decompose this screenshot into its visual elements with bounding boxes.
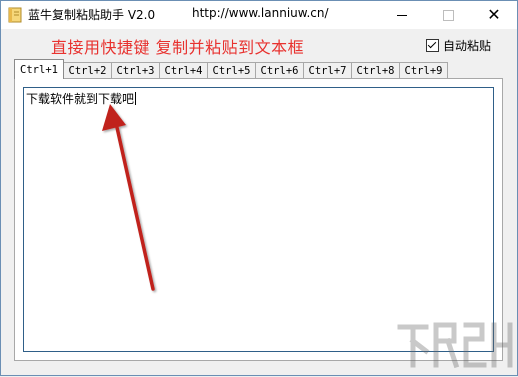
close-button[interactable]: ✕ — [471, 1, 517, 29]
autopaste-label: 自动粘贴 — [443, 39, 492, 53]
maximize-button[interactable] — [425, 1, 471, 29]
site-logo-watermark — [397, 322, 513, 369]
headline-text: 直接用快捷键 复制并粘贴到文本框 — [51, 38, 305, 57]
title-bar[interactable]: 蓝牛复制粘贴助手 V2.0 http://www.lanniuw.cn/ ✕ — [1, 1, 517, 29]
minimize-icon — [397, 14, 407, 16]
tab-ctrl-3[interactable]: Ctrl+3 — [111, 62, 160, 79]
tab-strip: Ctrl+1 Ctrl+2 Ctrl+3 Ctrl+4 Ctrl+5 Ctrl+… — [14, 59, 448, 79]
app-window: 蓝牛复制粘贴助手 V2.0 http://www.lanniuw.cn/ ✕ 直… — [0, 0, 518, 376]
autopaste-checkbox[interactable]: 自动粘贴 — [426, 37, 491, 54]
tab-ctrl-4[interactable]: Ctrl+4 — [159, 62, 208, 79]
maximize-icon — [442, 9, 454, 21]
tab-ctrl-1[interactable]: Ctrl+1 — [14, 59, 64, 79]
paste-textarea[interactable]: 下载软件就到下载吧 — [23, 87, 494, 352]
title-url: http://www.lanniuw.cn/ — [192, 6, 329, 20]
tab-ctrl-2[interactable]: Ctrl+2 — [63, 62, 112, 79]
notebook-icon — [8, 7, 22, 23]
tab-ctrl-9[interactable]: Ctrl+9 — [399, 62, 448, 79]
checkbox-checked-icon[interactable] — [426, 39, 439, 52]
tab-ctrl-6[interactable]: Ctrl+6 — [255, 62, 304, 79]
tab-ctrl-5[interactable]: Ctrl+5 — [207, 62, 256, 79]
close-icon: ✕ — [487, 5, 501, 24]
textarea-text: 下载软件就到下载吧 — [26, 92, 135, 106]
tab-ctrl-8[interactable]: Ctrl+8 — [351, 62, 400, 79]
minimize-button[interactable] — [379, 1, 425, 29]
text-caret — [135, 92, 137, 105]
window-title: 蓝牛复制粘贴助手 V2.0 — [28, 8, 156, 22]
textarea-content: 下载软件就到下载吧 — [26, 90, 137, 107]
tab-ctrl-7[interactable]: Ctrl+7 — [303, 62, 352, 79]
